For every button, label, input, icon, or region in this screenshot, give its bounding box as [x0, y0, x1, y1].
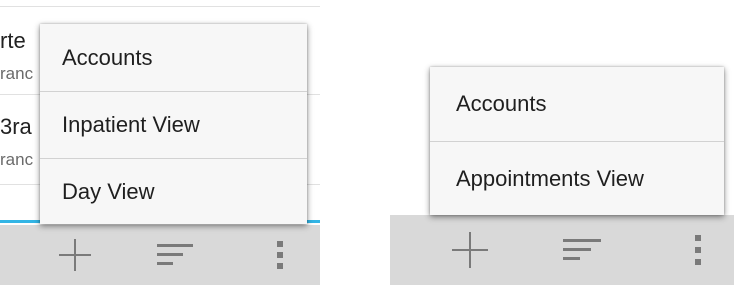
list-item-subtitle: ranc — [0, 64, 34, 83]
menu-item-label: Inpatient View — [62, 112, 200, 137]
add-button[interactable] — [430, 215, 510, 285]
popup-menu: Accounts Appointments View — [430, 67, 724, 215]
menu-item-label: Day View — [62, 178, 155, 204]
add-icon — [452, 232, 488, 268]
popup-menu: Accounts Inpatient View Day View — [40, 24, 307, 224]
overflow-menu-icon — [695, 235, 701, 265]
overflow-menu-button[interactable] — [255, 225, 305, 285]
sort-icon — [563, 239, 601, 260]
menu-item-day-view[interactable]: Day View — [40, 159, 307, 224]
menu-item-accounts[interactable]: Accounts — [430, 67, 724, 141]
menu-item-appointments-view[interactable]: Appointments View — [430, 142, 724, 215]
add-button[interactable] — [40, 225, 110, 285]
overflow-menu-icon — [277, 241, 283, 269]
bottom-action-bar — [0, 225, 320, 285]
menu-item-label: Appointments View — [456, 165, 644, 191]
menu-item-inpatient-view[interactable]: Inpatient View — [40, 92, 307, 158]
right-screen: Accounts Appointments View — [390, 0, 734, 285]
menu-item-accounts[interactable]: Accounts — [40, 24, 307, 91]
list-divider — [0, 6, 320, 7]
sort-icon — [157, 244, 193, 265]
list-item-title: 3ra — [0, 114, 32, 139]
overflow-menu-button[interactable] — [673, 215, 723, 285]
list-item-title: rte — [0, 28, 26, 53]
left-screen: rte ranc 3ra ranc Accounts Inpatient Vie… — [0, 0, 320, 285]
menu-item-label: Accounts — [456, 91, 547, 116]
list-item-subtitle: ranc — [0, 150, 34, 169]
add-icon — [59, 239, 91, 271]
bottom-action-bar — [390, 215, 734, 285]
sort-button[interactable] — [542, 215, 622, 285]
menu-item-label: Accounts — [62, 44, 153, 70]
sort-button[interactable] — [140, 225, 210, 285]
